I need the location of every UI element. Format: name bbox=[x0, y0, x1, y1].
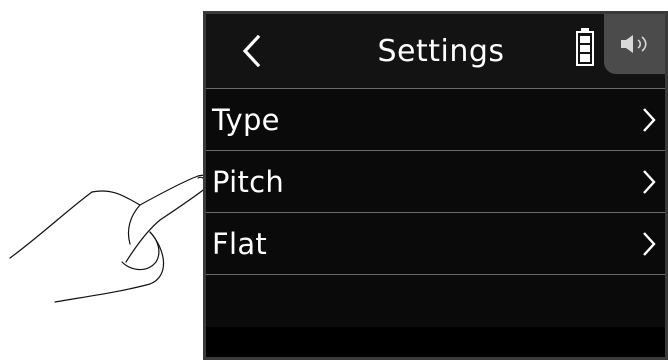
battery-icon bbox=[576, 28, 594, 66]
menu-item-label: Type bbox=[212, 102, 280, 137]
chevron-left-icon bbox=[242, 34, 261, 68]
speaker-button[interactable] bbox=[604, 14, 665, 74]
menu-item-label: Pitch bbox=[212, 164, 285, 199]
chevron-right-icon bbox=[643, 232, 656, 256]
menu-item-flat[interactable]: Flat bbox=[206, 213, 665, 275]
device-screen: Settings Type Pitch Flat bbox=[203, 11, 668, 360]
page-title: Settings bbox=[377, 33, 505, 69]
menu-item-label: Flat bbox=[212, 226, 268, 261]
bottom-bar bbox=[206, 327, 665, 357]
speaker-icon bbox=[621, 35, 647, 53]
chevron-right-icon bbox=[643, 170, 656, 194]
menu-item-pitch[interactable]: Pitch bbox=[206, 151, 665, 213]
chevron-right-icon bbox=[643, 108, 656, 132]
title-bar: Settings bbox=[206, 14, 665, 89]
menu-item-type[interactable]: Type bbox=[206, 89, 665, 151]
settings-menu: Type Pitch Flat bbox=[206, 89, 665, 275]
back-button[interactable] bbox=[228, 26, 274, 76]
